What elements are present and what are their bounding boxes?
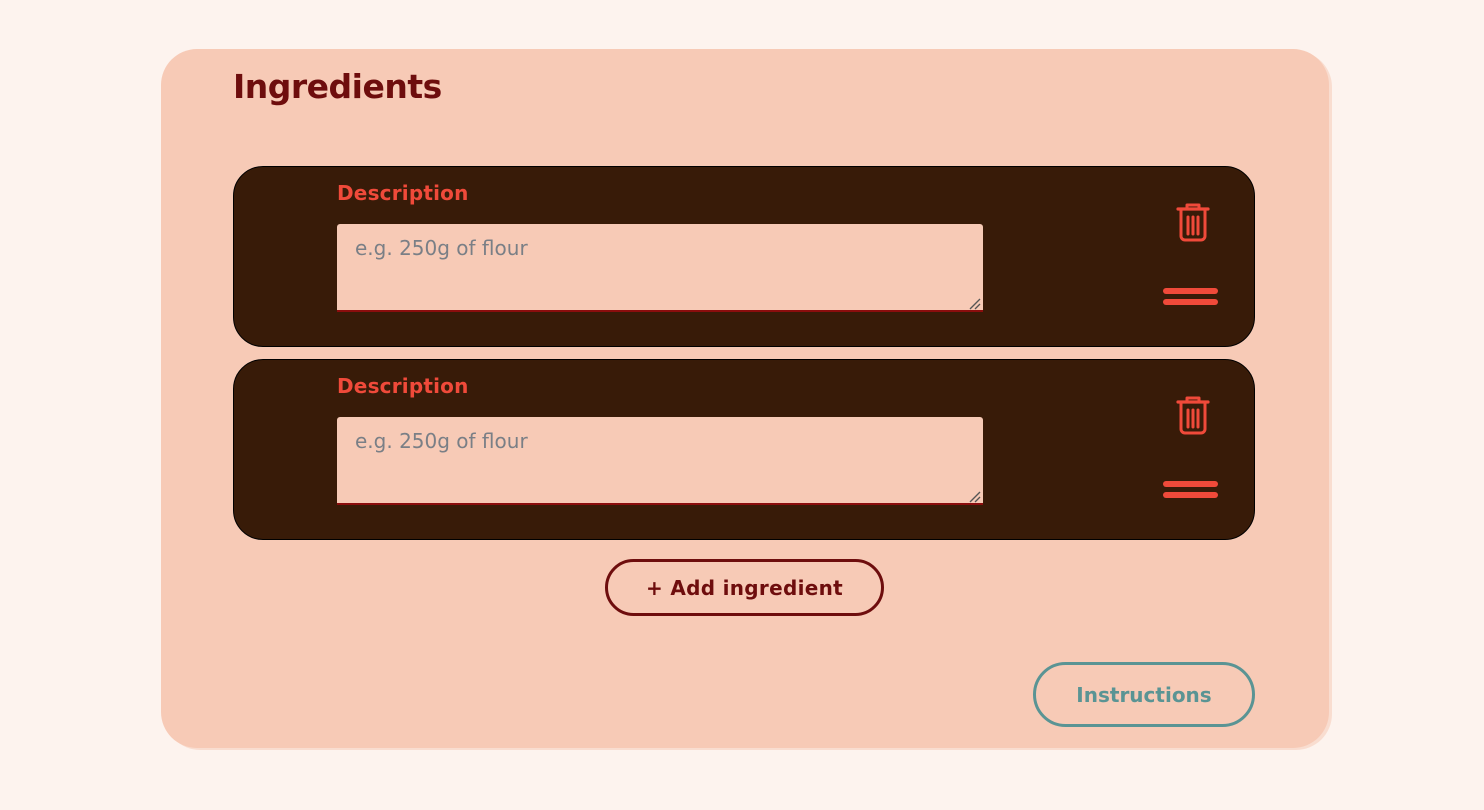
trash-icon[interactable] — [1175, 202, 1211, 242]
add-ingredient-button[interactable]: + Add ingredient — [605, 559, 884, 616]
description-label: Description — [337, 374, 469, 398]
description-label: Description — [337, 181, 469, 205]
description-input[interactable] — [337, 224, 983, 312]
trash-icon[interactable] — [1175, 395, 1211, 435]
drag-handle-icon[interactable] — [1163, 288, 1219, 312]
ingredient-row: Description — [233, 359, 1255, 540]
resize-grip-icon[interactable] — [969, 298, 981, 310]
instructions-button[interactable]: Instructions — [1033, 662, 1255, 727]
ingredients-card: Ingredients Description Description — [161, 49, 1329, 748]
section-title: Ingredients — [233, 67, 442, 106]
resize-grip-icon[interactable] — [969, 491, 981, 503]
drag-handle-icon[interactable] — [1163, 481, 1219, 505]
description-input[interactable] — [337, 417, 983, 505]
ingredient-row: Description — [233, 166, 1255, 347]
